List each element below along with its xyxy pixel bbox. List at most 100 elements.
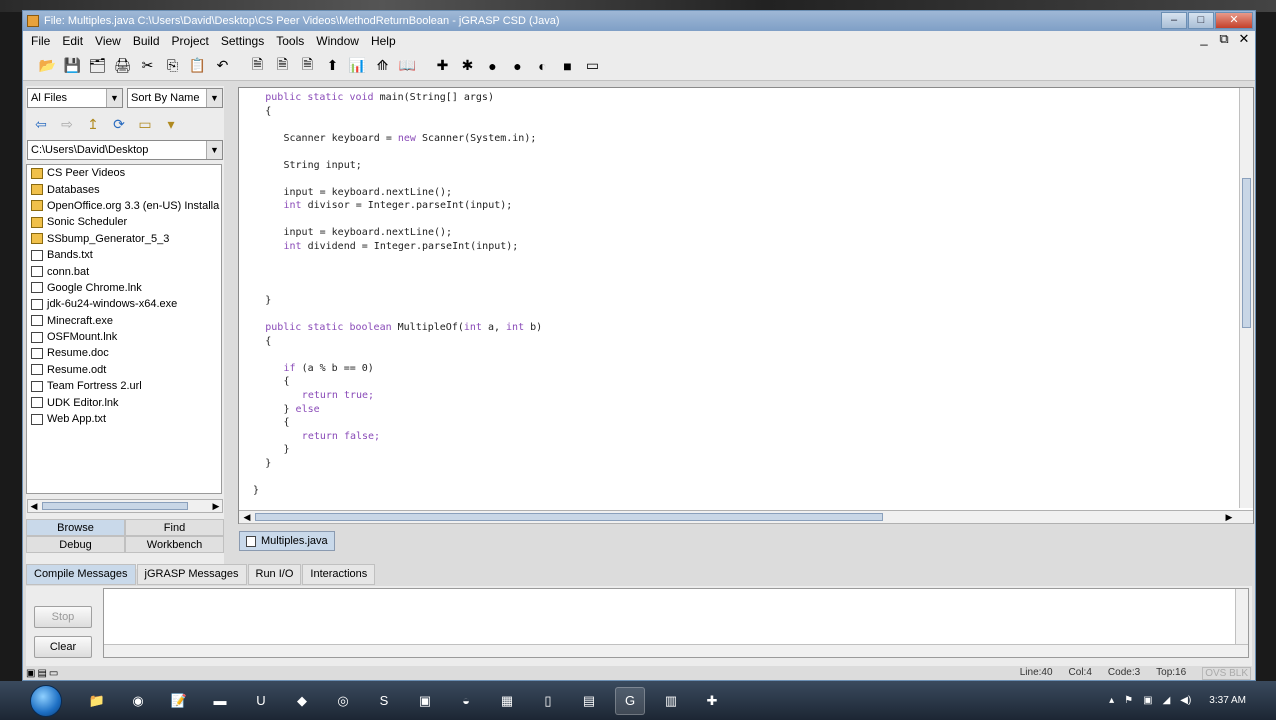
tab-run-io[interactable]: Run I/O [247,564,302,585]
cut-icon[interactable]: ✂ [137,55,158,76]
doc-minimize-button[interactable]: _ [1195,32,1213,48]
tray-expand-icon[interactable]: ▴ [1109,695,1114,706]
up-folder-icon[interactable]: ↥ [82,114,104,134]
taskbar-app-icon[interactable]: ▯ [533,687,563,715]
document-tab[interactable]: Multiples.java [239,531,335,551]
save-all-icon[interactable]: 🗂 [87,55,108,76]
file-list-item[interactable]: Google Chrome.lnk [27,280,221,296]
taskbar-app-icon[interactable]: ◒ [451,687,481,715]
menu-project[interactable]: Project [168,34,217,48]
menu-tools[interactable]: Tools [272,34,312,48]
layout-icons[interactable]: ▣▤▭ [26,668,60,679]
undo-icon[interactable]: ↶ [212,55,233,76]
taskbar-app-icon[interactable]: ◆ [287,687,317,715]
taskbar-app-icon[interactable]: S [369,687,399,715]
folder-icon[interactable]: ▭ [134,114,156,134]
menu-window[interactable]: Window [312,34,367,48]
menu-build[interactable]: Build [129,34,168,48]
file-list-item[interactable]: Resume.odt [27,362,221,378]
tab-jgrasp-messages[interactable]: jGRASP Messages [136,564,247,585]
file-list-item[interactable]: UDK Editor.lnk [27,394,221,410]
code-editor[interactable]: public static void main(String[] args){S… [238,87,1254,524]
open-folder-icon[interactable]: 📂 [37,55,58,76]
scrollbar-thumb[interactable] [255,513,883,521]
scroll-right-icon[interactable]: ▶ [1223,511,1235,523]
stop-button[interactable]: Stop [34,606,92,628]
taskbar-app-icon[interactable]: G [615,686,645,715]
run-icon[interactable]: ✱ [457,55,478,76]
chart-icon[interactable]: 📊 [347,55,368,76]
code-text[interactable]: public static void main(String[] args){S… [253,91,542,497]
doc-restore-button[interactable]: ⧉ [1215,32,1233,48]
tab-workbench[interactable]: Workbench [125,536,224,553]
folder-menu-icon[interactable]: ▾ [160,114,182,134]
save-icon[interactable]: 💾 [62,55,83,76]
stop-icon[interactable]: ■ [557,55,578,76]
minimize-button[interactable]: – [1161,12,1187,29]
file-list-item[interactable]: Minecraft.exe [27,313,221,329]
window-icon[interactable]: ▭ [582,55,603,76]
taskbar-app-icon[interactable]: 📁 [82,687,112,715]
file-list-item[interactable]: Web App.txt [27,411,221,427]
menu-help[interactable]: Help [367,34,404,48]
bug-icon[interactable]: ◐ [532,55,553,76]
editor-hscrollbar[interactable]: ◀ ▶ [239,510,1253,524]
arrow-icon[interactable]: ⬆ [322,55,343,76]
clear-button[interactable]: Clear [34,636,92,658]
menu-settings[interactable]: Settings [217,34,272,48]
taskbar-app-icon[interactable]: ✚ [697,687,727,715]
file-list-item[interactable]: Databases [27,181,221,197]
taskbar-app-icon[interactable]: ◉ [123,687,153,715]
tab-browse[interactable]: Browse [26,519,125,536]
copy-icon[interactable]: ⎘ [162,55,183,76]
file-list-item[interactable]: OSFMount.lnk [27,329,221,345]
file-list-item[interactable]: SSbump_Generator_5_3 [27,231,221,247]
taskbar-app-icon[interactable]: U [246,687,276,715]
menu-view[interactable]: View [91,34,129,48]
taskbar-app-icon[interactable]: ▦ [492,687,522,715]
tab-debug[interactable]: Debug [26,536,125,553]
file-list-hscrollbar[interactable]: ◀ ▶ [27,499,223,513]
scroll-right-icon[interactable]: ▶ [210,500,222,512]
tab-interactions[interactable]: Interactions [302,564,376,585]
sort-select[interactable]: Sort By Name ▼ [127,88,223,108]
print-icon[interactable]: 🖨 [112,55,133,76]
file-icon-2[interactable]: 🗎 [272,55,293,76]
refresh-icon[interactable]: ⟳ [108,114,130,134]
step-icon[interactable]: ● [507,55,528,76]
file-list-item[interactable]: OpenOffice.org 3.3 (en-US) Installa [27,198,221,214]
paste-icon[interactable]: 📋 [187,55,208,76]
forward-icon[interactable]: ⇨ [56,114,78,134]
tab-find[interactable]: Find [125,519,224,536]
file-list-item[interactable]: CS Peer Videos [27,165,221,181]
back-icon[interactable]: ⇦ [30,114,52,134]
start-button[interactable] [30,684,62,717]
book-icon[interactable]: 📖 [397,55,418,76]
maximize-button[interactable]: □ [1188,12,1214,29]
output-hscrollbar[interactable] [104,644,1248,657]
close-button[interactable]: ✕ [1215,12,1253,29]
editor-vscrollbar[interactable] [1239,88,1253,508]
network-icon[interactable]: ▣ [1143,695,1152,706]
taskbar-app-icon[interactable]: ▣ [410,687,440,715]
doc-close-button[interactable]: ✕ [1235,32,1253,48]
taskbar-app-icon[interactable]: ▥ [656,687,686,715]
file-filter-select[interactable]: Al Files ▼ [27,88,123,108]
debug-icon[interactable]: ● [482,55,503,76]
signal-icon[interactable]: ◢ [1163,695,1171,706]
taskbar-app-icon[interactable]: ◎ [328,687,358,715]
compile-icon[interactable]: ✚ [432,55,453,76]
file-list-item[interactable]: Bands.txt [27,247,221,263]
clock[interactable]: 3:37 AM [1209,695,1246,706]
title-bar[interactable]: File: Multiples.java C:\Users\David\Desk… [23,11,1255,31]
file-list-item[interactable]: jdk-6u24-windows-x64.exe [27,296,221,312]
compile-output[interactable] [103,588,1249,658]
scroll-left-icon[interactable]: ◀ [241,511,253,523]
file-list-item[interactable]: Team Fortress 2.url [27,378,221,394]
taskbar-app-icon[interactable]: ▬ [205,687,235,715]
scrollbar-thumb[interactable] [1242,178,1251,328]
menu-edit[interactable]: Edit [58,34,91,48]
file-list-item[interactable]: Resume.doc [27,345,221,361]
tab-compile-messages[interactable]: Compile Messages [26,564,136,585]
taskbar-app-icon[interactable]: ▤ [574,687,604,715]
